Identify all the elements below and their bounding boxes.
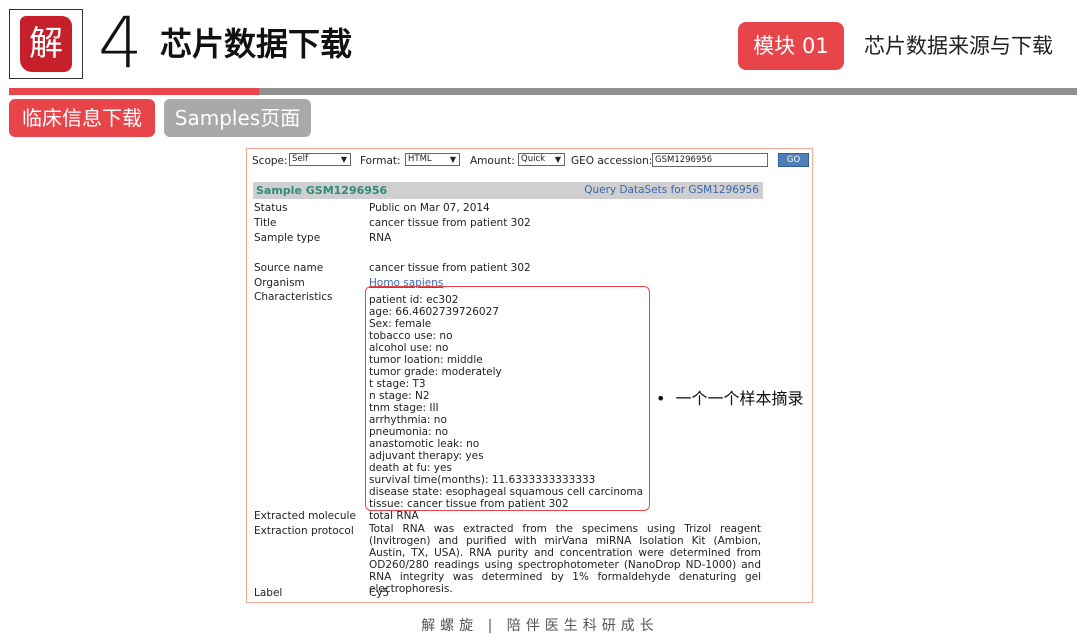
header-divider — [259, 88, 1077, 95]
accession-input[interactable]: GSM1296956 — [652, 153, 768, 167]
format-select[interactable]: HTML ▼ — [405, 153, 460, 166]
status-value: Public on Mar 07, 2014 — [369, 202, 490, 214]
sample-header: Sample GSM1296956 Query DataSets for GSM… — [253, 182, 763, 199]
module-title: 芯片数据来源与下载 — [864, 34, 1053, 58]
query-datasets-link[interactable]: Query DataSets for GSM1296956 — [584, 183, 759, 198]
sample-type-label: Sample type — [254, 232, 321, 244]
title-label: Title — [254, 217, 277, 229]
scope-value: Self — [292, 154, 308, 164]
status-label: Status — [254, 202, 288, 214]
chapter-title: 芯片数据下载 — [160, 25, 353, 63]
extraction-protocol-text: Total RNA was extracted from the specime… — [369, 523, 761, 595]
scope-label: Scope: — [252, 155, 288, 167]
logo: 解 — [9, 9, 83, 79]
go-button[interactable]: GO — [778, 153, 809, 167]
annotation-text: 一个一个样本摘录 — [675, 389, 804, 408]
sample-type-value: RNA — [369, 232, 392, 244]
footer-slogan: 解螺旋 | 陪伴医生科研成长 — [421, 618, 659, 634]
label-value: Cy5 — [369, 587, 390, 599]
source-name-label: Source name — [254, 262, 324, 274]
format-value: HTML — [408, 154, 432, 164]
header-divider-accent — [9, 88, 259, 95]
seal-logo-icon: 解 — [20, 16, 72, 72]
geo-sample-screenshot: Scope: Self ▼ Format: HTML ▼ Amount: Qui… — [246, 148, 813, 603]
source-name-value: cancer tissue from patient 302 — [369, 262, 531, 274]
chapter-number: 4 — [98, 2, 143, 84]
chevron-down-icon: ▼ — [449, 155, 456, 164]
amount-label: Amount: — [470, 155, 515, 167]
samples-page-tag: Samples页面 — [164, 99, 311, 137]
organism-label: Organism — [254, 277, 305, 289]
annotation-note: • 一个一个样本摘录 — [656, 388, 803, 410]
chevron-down-icon: ▼ — [340, 155, 347, 164]
accession-label: GEO accession: — [571, 155, 653, 167]
amount-select[interactable]: Quick ▼ — [518, 153, 565, 166]
bullet-icon: • — [656, 389, 666, 408]
title-value: cancer tissue from patient 302 — [369, 217, 531, 229]
amount-value: Quick — [521, 154, 546, 164]
extraction-protocol-label: Extraction protocol — [254, 525, 354, 537]
chevron-down-icon: ▼ — [554, 155, 561, 164]
label-label: Label — [254, 587, 283, 599]
clinical-download-tag: 临床信息下载 — [9, 99, 155, 137]
extracted-molecule-label: Extracted molecule — [254, 510, 356, 522]
format-label: Format: — [360, 155, 401, 167]
geo-toolbar: Scope: Self ▼ Format: HTML ▼ Amount: Qui… — [252, 153, 809, 169]
characteristics-label: Characteristics — [254, 291, 333, 303]
scope-select[interactable]: Self ▼ — [289, 153, 351, 166]
sample-title: Sample GSM1296956 — [256, 184, 388, 197]
characteristics-highlight-box — [365, 286, 650, 511]
extracted-molecule-value: total RNA — [369, 510, 419, 522]
module-badge: 模块 01 — [738, 22, 844, 70]
